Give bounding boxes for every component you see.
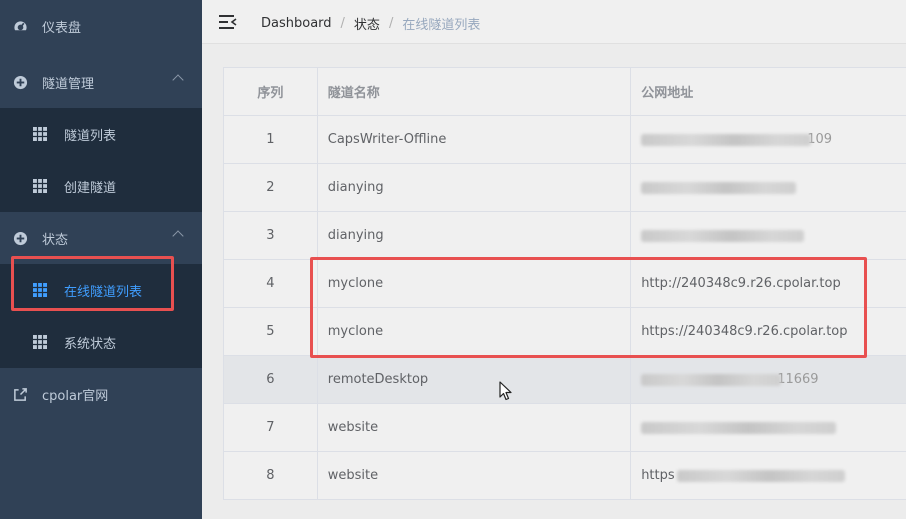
chevron-up-icon [172,74,184,86]
sidebar-item-tunnel-management[interactable]: 隧道管理 [0,56,202,108]
table-row: 8 website https [223,451,906,500]
redacted-url [641,373,782,386]
sidebar-item-label: 在线隧道列表 [64,284,143,300]
breadcrumb-separator: / [340,16,345,31]
sidebar-item-dashboard[interactable]: 仪表盘 [0,0,202,52]
table-row: 4 myclone http://240348c9.r26.cpolar.top [223,259,906,308]
cell-index: 2 [223,163,318,212]
table-icon [32,282,48,298]
table-row: 1 CapsWriter-Offline 109 [223,115,906,164]
cell-public-url[interactable]: https://240348c9.r26.cpolar.top [630,307,906,356]
mouse-cursor-icon [499,381,512,401]
header-public-url: 公网地址 [630,67,906,116]
table-icon [32,178,48,194]
hamburger-icon[interactable] [219,14,237,29]
breadcrumb-separator: / [388,16,394,31]
cell-index: 6 [223,355,318,404]
cell-tunnel-name: website [316,403,632,452]
table-row: 7 website [223,403,906,452]
cell-tunnel-name: CapsWriter-Offline [316,115,632,164]
add-circle-icon [12,230,28,246]
dashboard-icon [12,18,28,34]
cell-index: 7 [223,403,318,452]
sidebar-item-label: 仪表盘 [42,20,82,36]
cell-tunnel-name: dianying [316,211,632,260]
redacted-url [641,229,805,242]
cell-tunnel-name: myclone [316,259,632,308]
add-circle-icon [12,74,28,90]
cell-public-url[interactable]: http://240348c9.r26.cpolar.top [630,259,906,308]
sidebar: 仪表盘 隧道管理 隧道列表 创建隧道 状态 在线隧道列表 系统状态 cpolar… [0,0,202,519]
redacted-url [676,469,845,482]
sidebar-item-label: cpolar官网 [42,388,109,404]
sidebar-item-tunnel-list[interactable]: 隧道列表 [0,108,202,160]
sidebar-item-create-tunnel[interactable]: 创建隧道 [0,160,202,212]
cell-index: 5 [223,307,318,356]
cell-tunnel-name: dianying [316,163,632,212]
table-row: 6 remoteDesktop 11669 [223,355,906,404]
table-icon [32,334,48,350]
url-prefix: https [641,468,675,483]
sidebar-item-system-status[interactable]: 系统状态 [0,316,202,368]
sidebar-item-cpolar-website[interactable]: cpolar官网 [0,368,202,420]
navbar: Dashboard / 状态 / 在线隧道列表 [202,0,906,44]
cell-index: 4 [223,259,318,308]
chevron-up-icon [172,230,184,242]
table-icon [32,126,48,142]
cell-public-url: https [630,451,906,500]
cell-public-url: 11669 [630,355,906,404]
header-index: 序列 [223,67,318,116]
url-suffix: 11669 [777,372,819,387]
sidebar-item-label: 创建隧道 [64,180,117,196]
table-row: 5 myclone https://240348c9.r26.cpolar.to… [223,307,906,356]
table-header-row: 序列 隧道名称 公网地址 [223,67,906,116]
cell-tunnel-name: website [316,451,632,500]
redacted-url [641,181,797,194]
sidebar-item-label: 隧道管理 [42,76,95,92]
breadcrumb: Dashboard / 状态 / 在线隧道列表 [261,14,480,33]
cell-public-url [630,403,906,452]
cell-index: 8 [223,451,318,500]
cell-tunnel-name: remoteDesktop [316,355,632,404]
cell-public-url [630,163,906,212]
breadcrumb-dashboard[interactable]: Dashboard [261,16,332,31]
cell-index: 1 [223,115,318,164]
sidebar-item-label: 系统状态 [64,336,117,352]
sidebar-item-status[interactable]: 状态 [0,212,202,264]
header-tunnel-name: 隧道名称 [316,67,632,116]
redacted-url [641,133,812,146]
sidebar-item-label: 隧道列表 [64,128,117,144]
cell-tunnel-name: myclone [316,307,632,356]
table-row: 2 dianying [223,163,906,212]
redacted-url [641,421,837,434]
cell-public-url: 109 [630,115,906,164]
cell-public-url [630,211,906,260]
sidebar-item-label: 状态 [42,232,69,248]
breadcrumb-current: 在线隧道列表 [402,18,481,33]
breadcrumb-status[interactable]: 状态 [354,14,380,33]
cell-index: 3 [223,211,318,260]
sidebar-item-online-tunnels[interactable]: 在线隧道列表 [0,264,202,316]
table-row: 3 dianying [223,211,906,260]
external-link-icon [12,386,28,402]
tunnel-table: 序列 隧道名称 公网地址 1 CapsWriter-Offline 109 2 … [223,67,906,500]
